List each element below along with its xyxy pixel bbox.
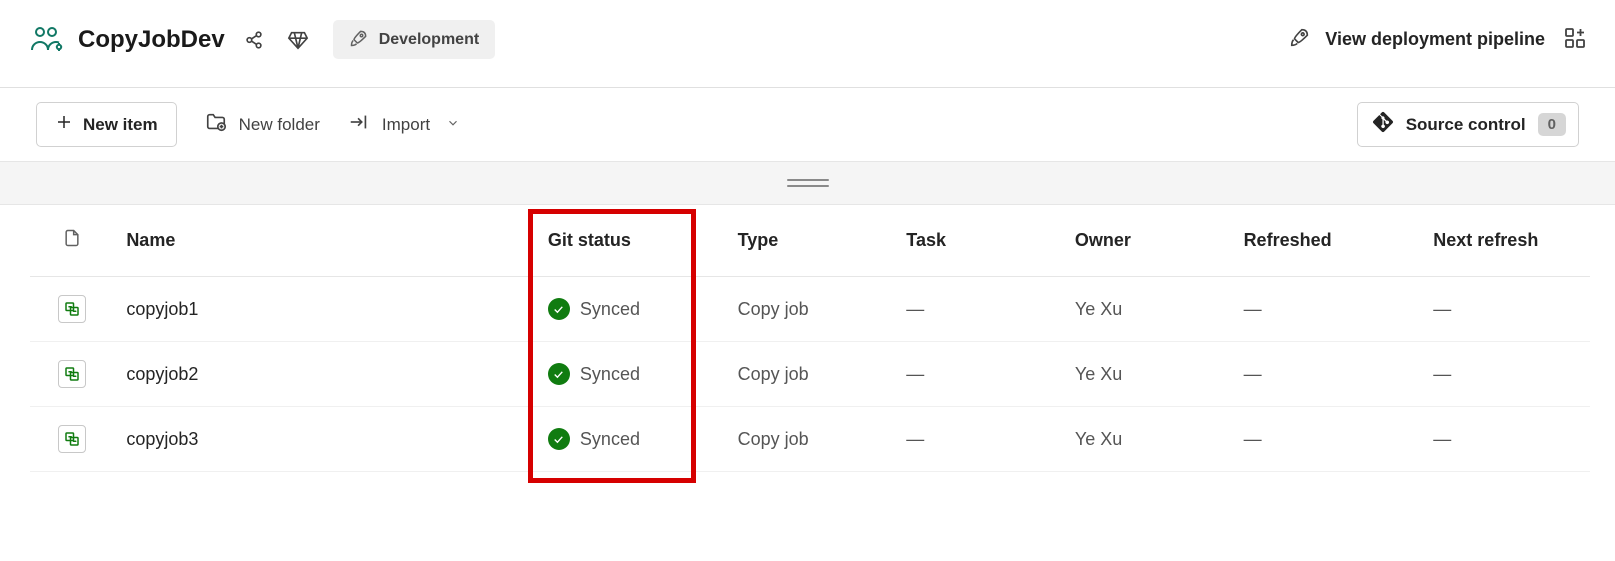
import-icon	[348, 111, 370, 138]
toolbar-right: Source control 0	[1357, 102, 1579, 147]
item-name[interactable]: copyjob2	[126, 364, 198, 384]
source-control-count: 0	[1538, 113, 1566, 136]
check-circle-icon	[548, 363, 570, 385]
git-status-cell: Synced	[548, 428, 714, 450]
col-header-type[interactable]: Type	[726, 205, 895, 277]
item-name[interactable]: copyjob3	[126, 429, 198, 449]
col-header-task[interactable]: Task	[894, 205, 1063, 277]
header-right: View deployment pipeline	[1289, 26, 1587, 53]
check-circle-icon	[548, 298, 570, 320]
git-icon	[1372, 111, 1394, 138]
rocket-icon	[349, 28, 369, 51]
pipeline-link-text: View deployment pipeline	[1325, 29, 1545, 50]
workspace-header: CopyJobDev Development	[0, 0, 1615, 88]
item-next-refresh: —	[1421, 407, 1590, 472]
resize-bar[interactable]	[0, 161, 1615, 205]
stage-badge[interactable]: Development	[333, 20, 495, 59]
new-item-button[interactable]: New item	[36, 102, 177, 147]
rocket-icon	[1289, 26, 1311, 53]
item-owner: Ye Xu	[1063, 407, 1232, 472]
drag-handle-icon	[787, 179, 829, 187]
item-refreshed: —	[1232, 342, 1422, 407]
table-row[interactable]: copyjob1 Synced Copy job — Ye Xu — —	[30, 277, 1590, 342]
git-status-text: Synced	[580, 299, 640, 320]
copy-job-icon	[58, 295, 86, 323]
share-icon[interactable]	[239, 25, 269, 55]
item-task: —	[894, 407, 1063, 472]
workspace-icon	[28, 22, 64, 58]
header-left: CopyJobDev Development	[28, 20, 1275, 59]
item-owner: Ye Xu	[1063, 277, 1232, 342]
items-table-wrap: Name Git status Type Task Owner Refreshe…	[0, 205, 1615, 472]
stage-label: Development	[379, 31, 479, 49]
folder-plus-icon	[205, 111, 227, 138]
git-status-cell: Synced	[548, 298, 714, 320]
item-type: Copy job	[726, 342, 895, 407]
item-type: Copy job	[726, 277, 895, 342]
import-label: Import	[382, 115, 430, 135]
toolbar-left: New item New folder Import	[36, 102, 1329, 147]
apps-icon[interactable]	[1563, 26, 1587, 53]
item-next-refresh: —	[1421, 277, 1590, 342]
table-row[interactable]: copyjob2 Synced Copy job — Ye Xu — —	[30, 342, 1590, 407]
table-row[interactable]: copyjob3 Synced Copy job — Ye Xu — —	[30, 407, 1590, 472]
import-button[interactable]: Import	[348, 111, 460, 138]
copy-job-icon	[58, 425, 86, 453]
item-type-icon-cell	[30, 342, 114, 407]
item-task: —	[894, 277, 1063, 342]
file-icon	[62, 233, 82, 253]
git-status-text: Synced	[580, 429, 640, 450]
item-next-refresh: —	[1421, 342, 1590, 407]
copy-job-icon	[58, 360, 86, 388]
git-status-text: Synced	[580, 364, 640, 385]
git-status-cell: Synced	[548, 363, 714, 385]
diamond-icon[interactable]	[283, 25, 313, 55]
source-control-label: Source control	[1406, 115, 1526, 135]
col-header-owner[interactable]: Owner	[1063, 205, 1232, 277]
view-pipeline-link[interactable]: View deployment pipeline	[1289, 26, 1545, 53]
col-header-next-refresh[interactable]: Next refresh	[1421, 205, 1590, 277]
col-header-name[interactable]: Name	[114, 205, 536, 277]
item-type: Copy job	[726, 407, 895, 472]
workspace-title: CopyJobDev	[78, 26, 225, 54]
check-circle-icon	[548, 428, 570, 450]
items-table: Name Git status Type Task Owner Refreshe…	[30, 205, 1590, 472]
new-folder-label: New folder	[239, 115, 320, 135]
source-control-button[interactable]: Source control 0	[1357, 102, 1579, 147]
plus-icon	[55, 113, 73, 136]
col-header-git-status[interactable]: Git status	[536, 205, 726, 277]
table-header-row: Name Git status Type Task Owner Refreshe…	[30, 205, 1590, 277]
item-task: —	[894, 342, 1063, 407]
col-header-refreshed[interactable]: Refreshed	[1232, 205, 1422, 277]
col-header-icon	[30, 205, 114, 277]
item-refreshed: —	[1232, 407, 1422, 472]
toolbar: New item New folder Import	[0, 88, 1615, 161]
item-owner: Ye Xu	[1063, 342, 1232, 407]
item-type-icon-cell	[30, 407, 114, 472]
item-refreshed: —	[1232, 277, 1422, 342]
item-type-icon-cell	[30, 277, 114, 342]
chevron-down-icon	[446, 115, 460, 135]
item-name[interactable]: copyjob1	[126, 299, 198, 319]
new-folder-button[interactable]: New folder	[205, 111, 320, 138]
new-item-label: New item	[83, 115, 158, 135]
